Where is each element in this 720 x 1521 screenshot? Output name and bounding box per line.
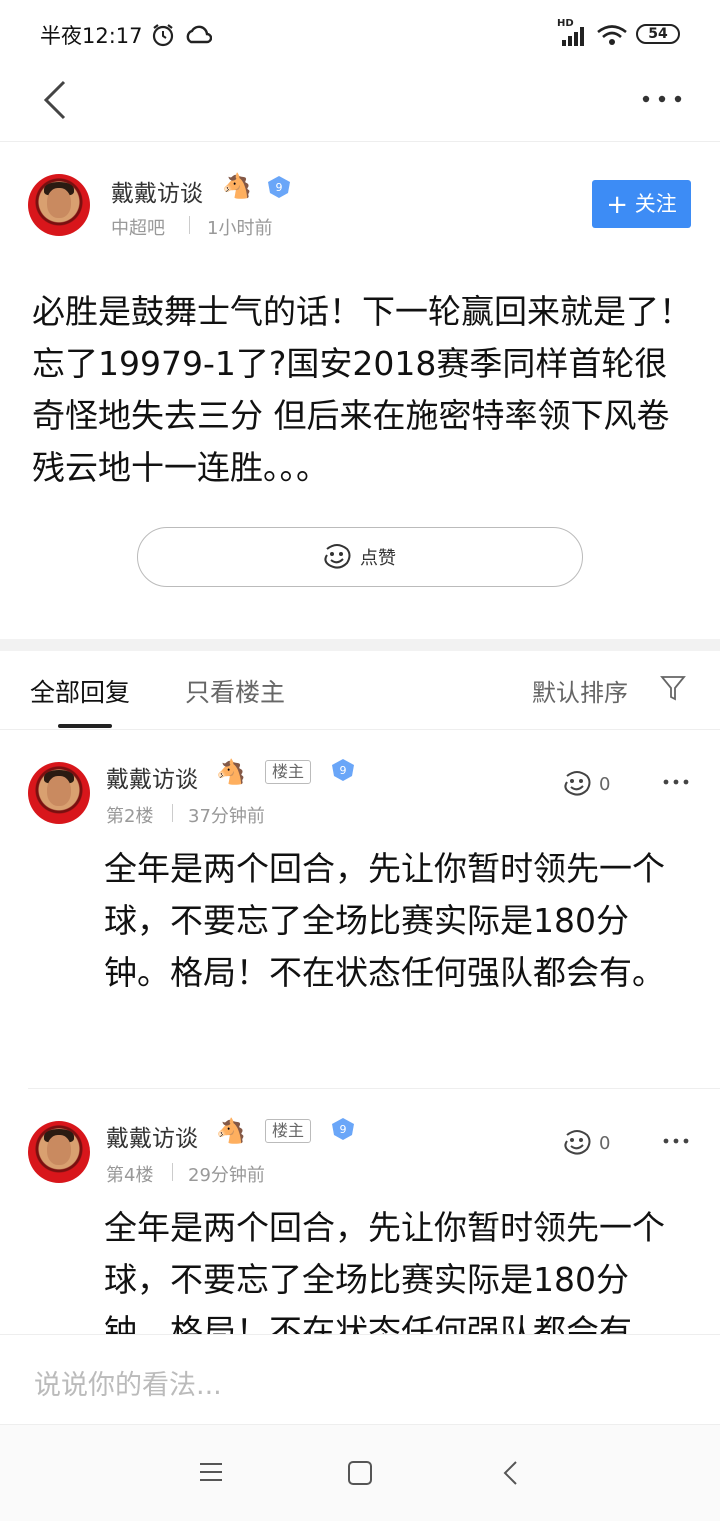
cloud-icon xyxy=(186,25,212,44)
reply-like-count: 0 xyxy=(599,774,611,795)
section-divider xyxy=(0,639,720,651)
tabs-divider xyxy=(0,729,720,730)
plus-icon: + xyxy=(606,190,629,220)
wifi-icon xyxy=(597,25,627,45)
reply-author[interactable]: 戴戴访谈 xyxy=(106,760,198,794)
reply-like-icon[interactable] xyxy=(561,1129,593,1159)
reply-time: 29分钟前 xyxy=(188,1165,265,1186)
back-button[interactable] xyxy=(36,76,76,124)
more-options-button[interactable] xyxy=(640,84,684,114)
tab-active-indicator xyxy=(58,724,112,728)
reply-more-button[interactable] xyxy=(662,1131,690,1151)
level-badge: 9 xyxy=(332,1118,354,1140)
level-number: 9 xyxy=(276,181,283,194)
tab-owner-only[interactable]: 只看楼主 xyxy=(185,673,285,709)
reply-content: 全年是两个回合，先让你暂时领先一个球，不要忘了全场比赛实际是180分钟。格局！不… xyxy=(104,849,665,992)
author-name[interactable]: 戴戴访谈 xyxy=(111,174,203,208)
status-bar: 半夜12:17 HD 54 xyxy=(0,0,720,70)
post-forum[interactable]: 中超吧 xyxy=(111,214,165,240)
menu-icon[interactable] xyxy=(198,1461,224,1483)
reply-floor: 第4楼 xyxy=(106,1165,154,1186)
meta-separator xyxy=(172,1163,173,1181)
sort-label[interactable]: 默认排序 xyxy=(532,673,628,708)
reply-avatar[interactable] xyxy=(28,1121,90,1183)
filter-icon[interactable] xyxy=(660,674,686,702)
reply-like-count: 0 xyxy=(599,1133,611,1154)
reply-more-button[interactable] xyxy=(662,772,690,792)
level-badge: 9 xyxy=(268,176,290,198)
level-number: 9 xyxy=(340,764,347,777)
meta-separator xyxy=(172,804,173,822)
meta-separator xyxy=(189,216,190,234)
status-time: 半夜12:17 xyxy=(40,24,143,48)
reply-floor: 第2楼 xyxy=(106,806,154,827)
level-number: 9 xyxy=(340,1123,347,1136)
follow-button[interactable]: + 关注 xyxy=(592,180,691,228)
horse-emoji-icon: 🐴 xyxy=(216,1117,246,1145)
header-divider xyxy=(0,141,720,142)
reply-author[interactable]: 戴戴访谈 xyxy=(106,1119,198,1153)
follow-label: 关注 xyxy=(634,192,677,216)
level-badge: 9 xyxy=(332,759,354,781)
post-content: 必胜是鼓舞士气的话！下一轮赢回来就是了！忘了19979-1了?国安2018赛季同… xyxy=(32,292,692,487)
like-label: 点赞 xyxy=(360,548,396,569)
alarm-icon xyxy=(152,24,174,47)
author-avatar[interactable] xyxy=(28,174,90,236)
owner-tag: 楼主 xyxy=(265,760,312,784)
like-icon xyxy=(324,544,351,569)
post-time: 1小时前 xyxy=(207,218,273,239)
horse-emoji-icon: 🐴 xyxy=(222,172,252,200)
system-back-icon[interactable] xyxy=(500,1459,522,1487)
reply-avatar[interactable] xyxy=(28,762,90,824)
tab-all-replies[interactable]: 全部回复 xyxy=(30,673,130,709)
home-icon[interactable] xyxy=(347,1460,373,1486)
owner-tag: 楼主 xyxy=(265,1119,312,1143)
signal-icon xyxy=(562,27,584,46)
system-nav-bar xyxy=(0,1424,720,1521)
reply-like-icon[interactable] xyxy=(561,770,593,800)
battery-level: 54 xyxy=(648,26,668,42)
horse-emoji-icon: 🐴 xyxy=(216,758,246,786)
battery-icon: 54 xyxy=(636,24,680,44)
reply-time: 37分钟前 xyxy=(188,806,265,827)
comment-input[interactable]: 说说你的看法... xyxy=(34,1363,222,1402)
reply-content: 全年是两个回合，先让你暂时领先一个球，不要忘了全场比赛实际是180分钟。格局！不… xyxy=(104,1208,665,1334)
reply-divider xyxy=(28,1088,720,1089)
like-button[interactable]: 点赞 xyxy=(137,527,583,587)
